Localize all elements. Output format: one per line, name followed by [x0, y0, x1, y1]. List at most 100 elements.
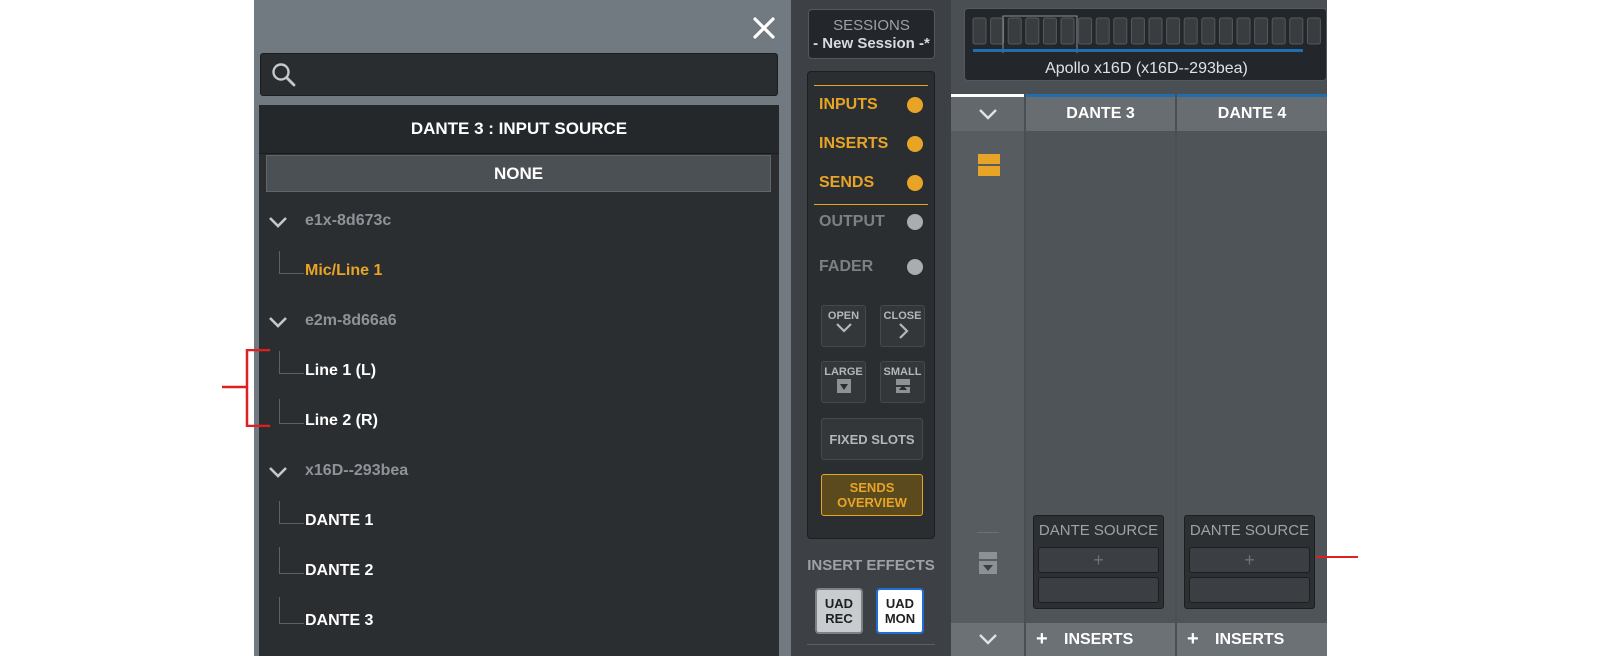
tree-item-mic-line-1[interactable]: Mic/Line 1 — [259, 251, 779, 293]
add-source-button[interactable]: + — [1038, 547, 1159, 573]
close-icon[interactable] — [750, 14, 778, 42]
open-button[interactable]: OPEN — [821, 305, 866, 347]
tree-group-e1x[interactable]: e1x-8d673c — [259, 203, 779, 243]
annotation-pointer — [1316, 556, 1358, 558]
meter-cell — [1130, 17, 1145, 45]
tree-item-line-1-l[interactable]: Line 1 (L) — [259, 351, 779, 393]
device-label: Apollo x16D (x16D--293bea) — [1045, 60, 1248, 77]
close-button[interactable]: CLOSE — [880, 305, 925, 347]
inserts-row-toggle[interactable] — [951, 623, 1024, 656]
tree-group-label: x16D--293bea — [305, 462, 409, 479]
view-label: INSERTS — [819, 135, 889, 152]
meter-cell — [1218, 17, 1233, 45]
dante-source-box: DANTE SOURCE + — [1184, 515, 1315, 609]
view-toggle-fader[interactable]: FADER — [819, 256, 929, 278]
meter-channel-bar — [973, 49, 1303, 52]
channel-strip-dante-4: DANTE 4 DANTE SOURCE + + INSERTS — [1177, 97, 1327, 656]
search-input[interactable] — [260, 53, 778, 96]
meter-cell — [1254, 17, 1269, 45]
none-button[interactable]: NONE — [266, 155, 771, 192]
large-button[interactable]: LARGE — [821, 361, 866, 403]
source-list: DANTE 3 : INPUT SOURCE NONE e1x-8d673c M… — [259, 105, 779, 656]
chevron-down-icon[interactable] — [267, 314, 289, 330]
add-source-button[interactable]: + — [1189, 547, 1310, 573]
plus-icon[interactable]: + — [1036, 628, 1048, 651]
channel-header-toggle[interactable] — [951, 97, 1024, 131]
view-toggle-inserts[interactable]: INSERTS — [819, 133, 929, 155]
meter-cell — [1201, 17, 1216, 45]
meter-cell — [1042, 17, 1057, 45]
meter-cell — [1183, 17, 1198, 45]
meter-cell — [1236, 17, 1251, 45]
plus-icon[interactable]: + — [1187, 628, 1199, 651]
tree-item-label: DANTE 2 — [305, 562, 374, 579]
small-button[interactable]: SMALL — [880, 361, 925, 403]
divider — [977, 532, 999, 533]
meter-cell — [990, 17, 1005, 45]
mixer-area: Apollo x16D (x16D--293bea) DANTE 3 DANTE… — [951, 0, 1327, 656]
uad-mon-line2: MON — [884, 611, 916, 626]
tree-item-label: Line 1 (L) — [305, 362, 377, 379]
uad-rec-line1: UAD — [824, 596, 854, 611]
device-overview[interactable]: Apollo x16D (x16D--293bea) — [964, 8, 1327, 81]
input-source-panel: DANTE 3 : INPUT SOURCE NONE e1x-8d673c M… — [254, 0, 791, 656]
dante-source-box: DANTE SOURCE + — [1033, 515, 1164, 609]
uad-mon-button[interactable]: UAD MON — [876, 588, 924, 634]
fixed-slots-button[interactable]: FIXED SLOTS — [821, 418, 923, 460]
dante-source-label: DANTE SOURCE — [1189, 522, 1310, 539]
sends-overview-button[interactable]: SENDS OVERVIEW — [821, 474, 923, 516]
source-slot[interactable] — [1038, 577, 1159, 603]
view-toggle-sends[interactable]: SENDS — [819, 172, 929, 194]
tree-item-line-2-r[interactable]: Line 2 (R) — [259, 399, 779, 443]
inserts-bar[interactable]: + INSERTS — [1177, 623, 1327, 656]
tree-group-e2m[interactable]: e2m-8d66a6 — [259, 303, 779, 343]
small-label: SMALL — [883, 366, 922, 378]
layout-toggle-icon[interactable] — [977, 153, 1001, 182]
view-indicator-dot[interactable] — [907, 136, 923, 152]
source-slot[interactable] — [1189, 577, 1310, 603]
tree-connector — [279, 547, 304, 574]
sessions-button[interactable]: SESSIONS - New Session -* — [808, 9, 935, 59]
view-toggle-output[interactable]: OUTPUT — [819, 211, 929, 233]
channel-color-bar — [951, 89, 1327, 102]
tree-group-x16d[interactable]: x16D--293bea — [259, 453, 779, 493]
view-controls-column: SESSIONS - New Session -* INPUTS INSERTS… — [791, 0, 951, 656]
view-indicator-dot[interactable] — [907, 259, 923, 275]
chevron-down-icon[interactable] — [951, 97, 1024, 131]
tree-connector — [279, 351, 304, 374]
chevron-down-icon[interactable] — [951, 623, 1024, 656]
meter-cell — [1148, 17, 1163, 45]
meter-cell — [1095, 17, 1110, 45]
channel-name[interactable]: DANTE 4 — [1177, 97, 1327, 131]
chevron-down-icon[interactable] — [267, 464, 289, 480]
tree-item-dante-3[interactable]: DANTE 3 — [259, 597, 779, 643]
tree-item-label: Mic/Line 1 — [305, 262, 383, 279]
view-indicator-dot[interactable] — [907, 175, 923, 191]
tree-item-label: DANTE 3 — [305, 612, 374, 629]
meter-cell — [1166, 17, 1181, 45]
view-toggle-inputs[interactable]: INPUTS — [819, 94, 929, 116]
collapse-rows-icon[interactable] — [978, 551, 998, 580]
channel-strip-dante-3: DANTE 3 DANTE SOURCE + + INSERTS — [1026, 97, 1175, 656]
tree-connector — [279, 251, 304, 274]
view-indicator-dot[interactable] — [907, 97, 923, 113]
tree-connector — [279, 597, 304, 624]
chevron-right-icon — [898, 323, 909, 339]
channel-name[interactable]: DANTE 3 — [1026, 97, 1175, 131]
tree-item-dante-1[interactable]: DANTE 1 — [259, 501, 779, 543]
session-name: - New Session -* — [813, 35, 930, 52]
view-indicator-dot[interactable] — [907, 214, 923, 230]
meter-cell — [1289, 17, 1304, 45]
tree-item-dante-2[interactable]: DANTE 2 — [259, 547, 779, 593]
chevron-down-icon[interactable] — [267, 214, 289, 230]
mixer-control-column — [951, 97, 1024, 656]
open-label: OPEN — [827, 310, 860, 322]
annotation-bracket — [222, 348, 272, 428]
meter-cell — [1306, 17, 1321, 45]
view-options-panel: INPUTS INSERTS SENDS OUTPUT FADER OPEN C… — [807, 71, 935, 539]
uad-rec-button[interactable]: UAD REC — [815, 588, 863, 634]
inserts-bar[interactable]: + INSERTS — [1026, 623, 1175, 656]
tree-connector — [279, 399, 304, 424]
large-label: LARGE — [824, 366, 863, 378]
channel-meter-strip[interactable] — [970, 15, 1325, 57]
